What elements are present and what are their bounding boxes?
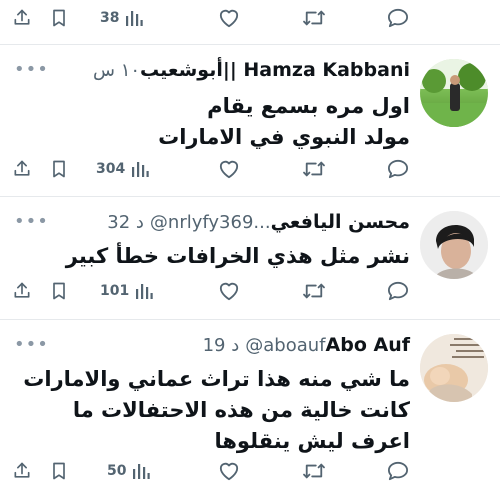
- timestamp[interactable]: ١٠ س: [93, 60, 140, 81]
- timestamp[interactable]: 32 د: [107, 212, 144, 233]
- retweet-button[interactable]: [302, 154, 326, 184]
- bookmark-button[interactable]: [50, 154, 68, 184]
- share-button[interactable]: [12, 456, 32, 486]
- tweet-header: أبوشعيب|| Hamza Kabbani ١٠ س: [87, 59, 410, 81]
- share-icon: [14, 9, 30, 25]
- retweet-icon: [303, 463, 325, 479]
- reply-button[interactable]: [387, 276, 409, 306]
- bookmark-icon: [53, 282, 65, 300]
- heart-icon: [219, 9, 239, 28]
- analytics-icon: [136, 284, 153, 299]
- analytics-icon: [133, 464, 151, 479]
- share-icon: [14, 462, 30, 478]
- more-options-icon[interactable]: •••: [14, 211, 49, 232]
- timestamp[interactable]: 19 د: [203, 335, 240, 356]
- views-button[interactable]: 50: [107, 456, 167, 486]
- share-button[interactable]: [12, 154, 32, 184]
- bookmark-icon: [53, 160, 65, 178]
- reply-button[interactable]: [387, 456, 409, 486]
- retweet-button[interactable]: [302, 276, 326, 306]
- reply-icon: [387, 8, 408, 28]
- retweet-icon: [303, 283, 325, 299]
- views-count: 38: [100, 10, 120, 26]
- tweet-actions: 101: [0, 276, 500, 306]
- avatar[interactable]: [420, 334, 488, 402]
- reply-button[interactable]: [387, 154, 409, 184]
- analytics-icon: [132, 162, 149, 177]
- tweet-text: اول مره بسمع يقام مولد النبوي في الامارا…: [158, 94, 410, 149]
- share-icon: [14, 282, 30, 298]
- views-count: 50: [107, 463, 127, 479]
- bookmark-button[interactable]: [50, 276, 68, 306]
- avatar[interactable]: [420, 211, 488, 279]
- like-button[interactable]: [218, 154, 240, 184]
- retweet-icon: [303, 10, 325, 26]
- more-options-icon[interactable]: •••: [14, 334, 49, 355]
- views-count: 101: [100, 283, 130, 299]
- reply-icon: [387, 159, 408, 179]
- like-button[interactable]: [218, 3, 240, 33]
- display-name[interactable]: محسن اليافعي: [271, 211, 410, 233]
- tweet-text: ما شي منه هذا تراث عماني والامارات كانت …: [23, 367, 410, 453]
- display-name[interactable]: Abo Auf: [326, 334, 410, 356]
- share-button[interactable]: [12, 3, 32, 33]
- bookmark-icon: [53, 462, 65, 480]
- retweet-button[interactable]: [302, 456, 326, 486]
- more-options-icon[interactable]: •••: [14, 59, 49, 80]
- tweet-header: Abo Auf @aboauf 19 د: [197, 334, 410, 356]
- heart-icon: [219, 462, 239, 481]
- views-count: 304: [96, 161, 126, 177]
- tweet-actions-top: 38: [0, 3, 500, 33]
- tweet-text: نشر مثل هذي الخرافات خطأ كبير: [65, 244, 410, 268]
- retweet-button[interactable]: [302, 3, 326, 33]
- avatar[interactable]: [420, 59, 488, 127]
- heart-icon: [219, 282, 239, 301]
- user-handle[interactable]: @aboauf: [245, 335, 325, 356]
- share-button[interactable]: [12, 276, 32, 306]
- reply-button[interactable]: [387, 3, 409, 33]
- share-icon: [14, 160, 30, 176]
- views-button[interactable]: 101: [100, 276, 160, 306]
- views-button[interactable]: 304: [96, 154, 156, 184]
- user-handle[interactable]: @nrlyfy369...: [150, 212, 271, 233]
- bookmark-button[interactable]: [50, 456, 68, 486]
- bookmark-icon: [53, 9, 65, 27]
- heart-icon: [219, 160, 239, 179]
- analytics-icon: [126, 11, 144, 26]
- reply-icon: [387, 281, 408, 301]
- tweet-header: محسن اليافعي @nrlyfy369... 32 د: [101, 211, 410, 233]
- retweet-icon: [303, 161, 325, 177]
- reply-icon: [387, 461, 408, 481]
- like-button[interactable]: [218, 456, 240, 486]
- tweet-actions: 50: [0, 456, 500, 486]
- views-button[interactable]: 38: [100, 3, 160, 33]
- bookmark-button[interactable]: [50, 3, 68, 33]
- tweet-actions: 304: [0, 154, 500, 184]
- like-button[interactable]: [218, 276, 240, 306]
- display-name[interactable]: أبوشعيب|| Hamza Kabbani: [140, 59, 410, 81]
